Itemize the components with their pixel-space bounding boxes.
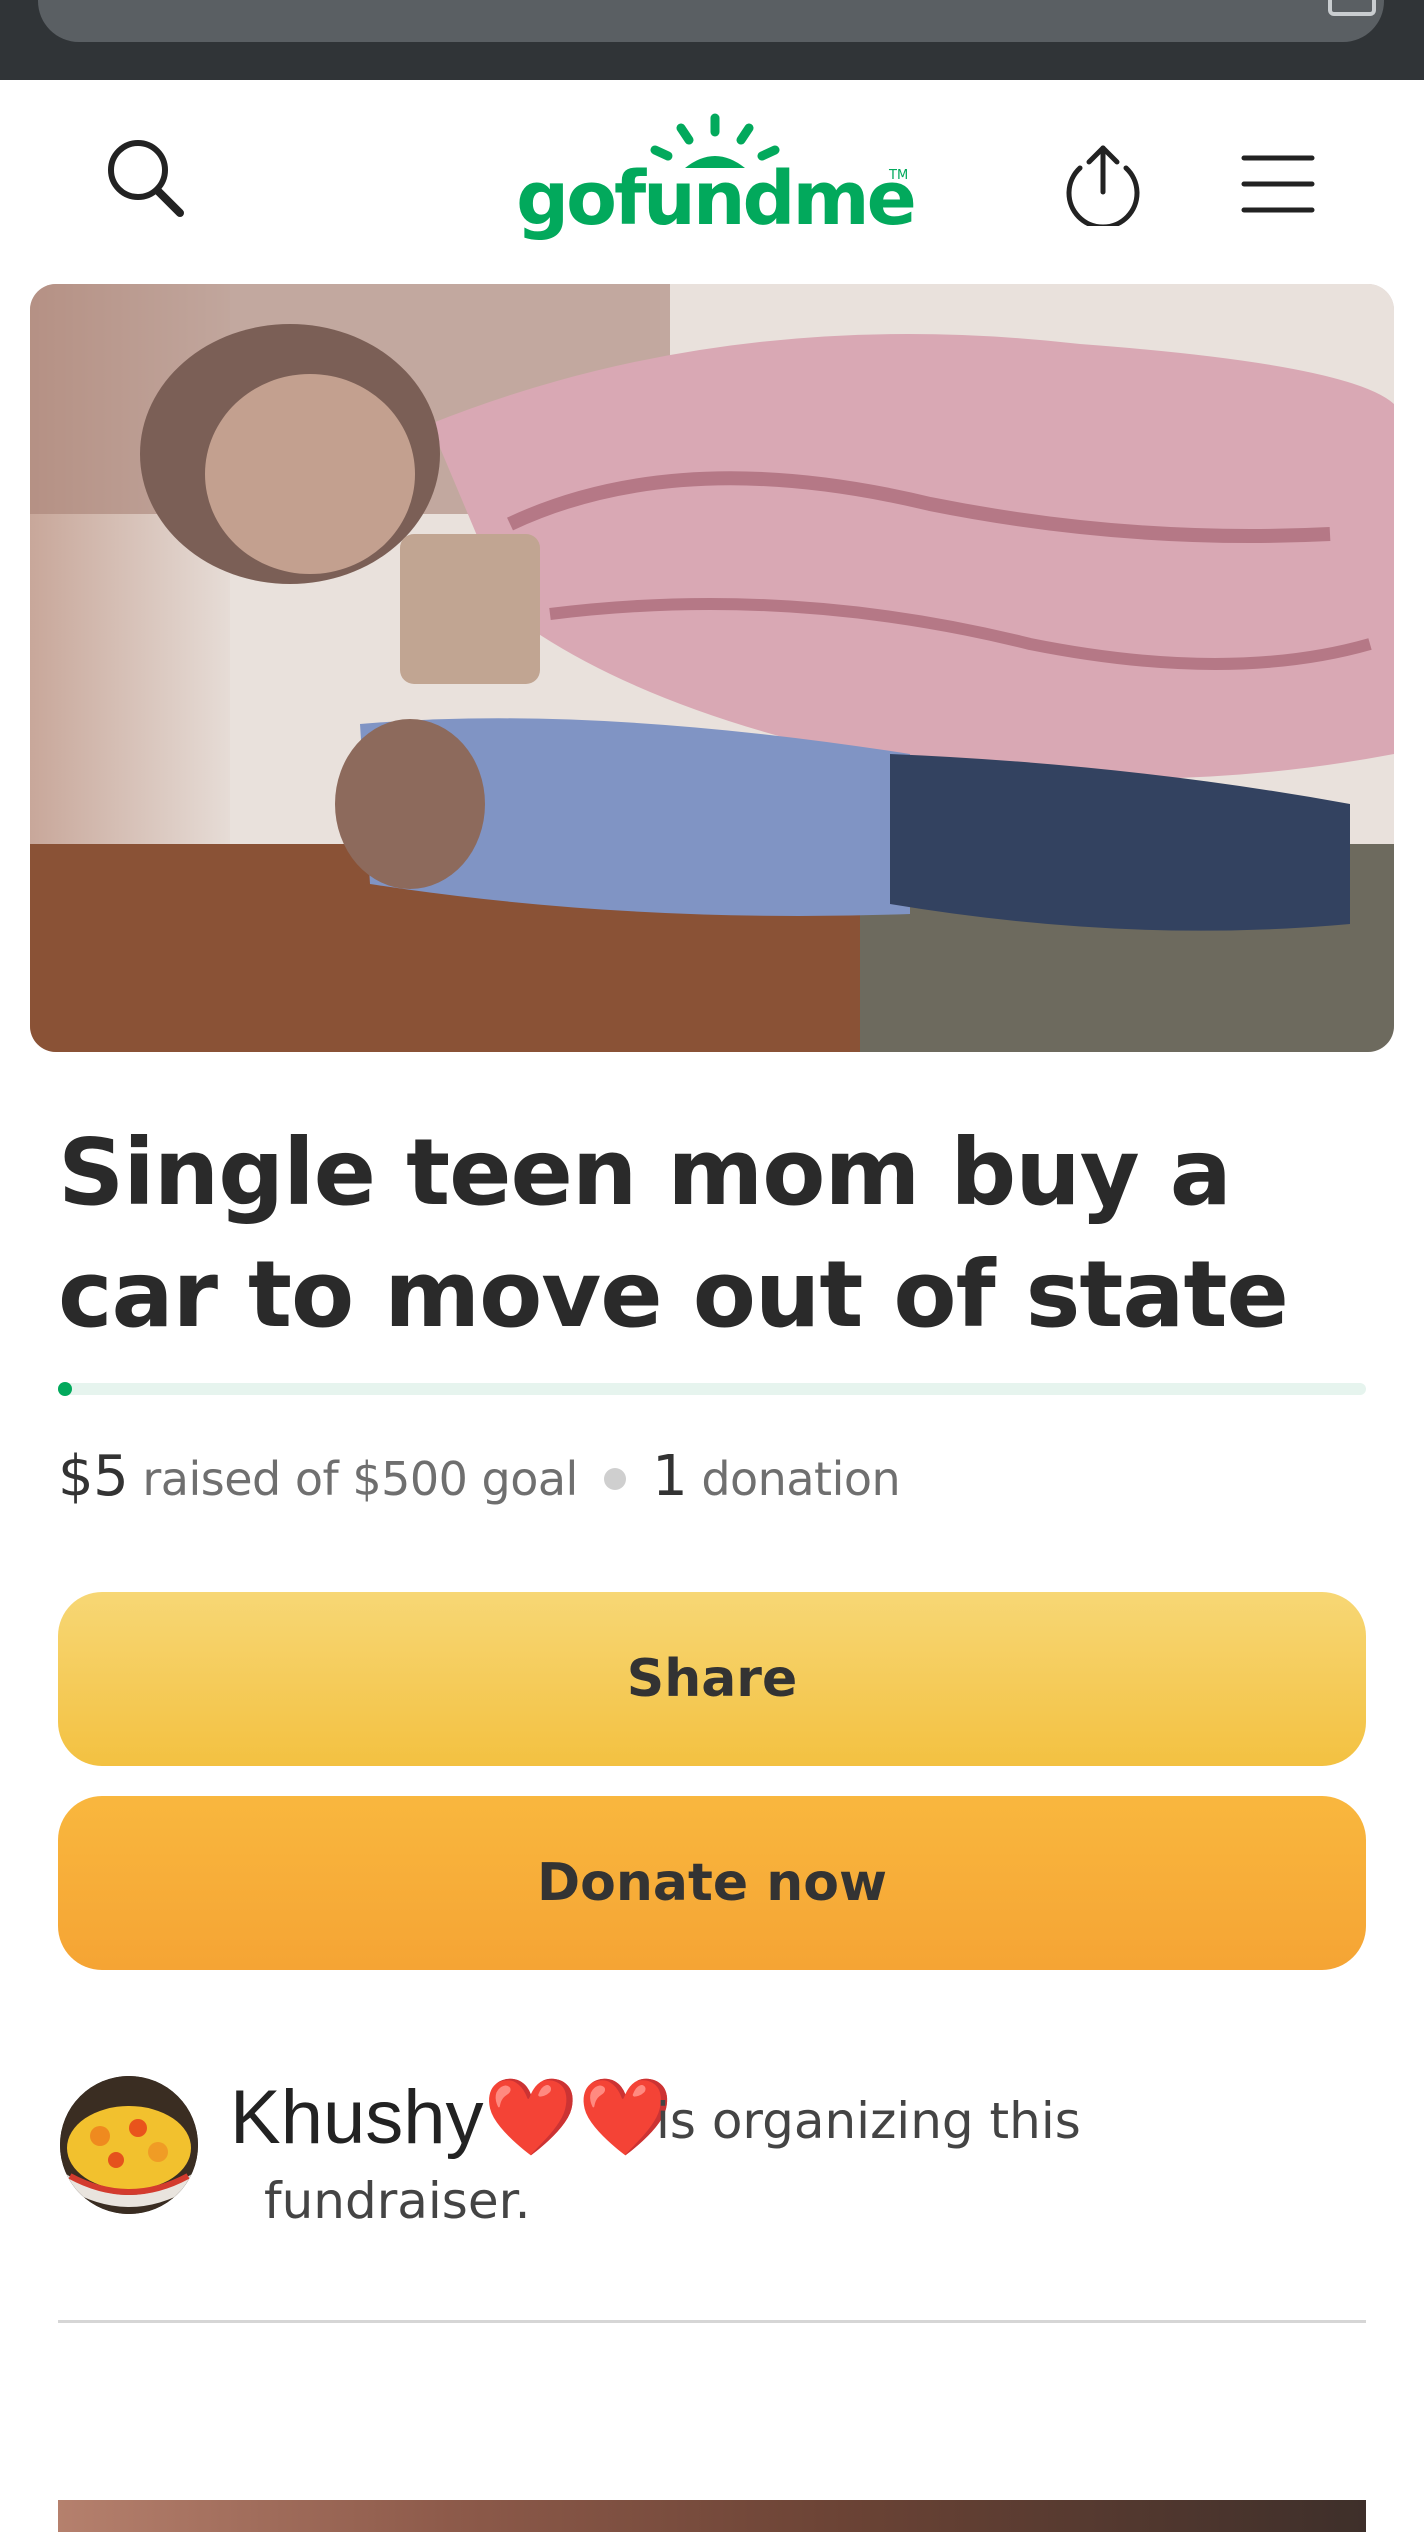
organizer-name[interactable]: Khushy❤️❤️ — [230, 2072, 673, 2162]
tabs-icon[interactable] — [1328, 0, 1376, 16]
upload-share-icon — [1066, 145, 1140, 230]
fundraising-stats: $5 raised of $500 goal 1 donation — [58, 1444, 1378, 1514]
search-icon — [108, 140, 184, 217]
donate-now-button[interactable]: Donate now — [58, 1796, 1366, 1970]
logo-wordmark: gofundme — [516, 156, 917, 242]
donation-label: donation — [701, 1452, 901, 1506]
separator-dot — [603, 1467, 626, 1490]
fundraiser-title: Single teen mom buy a car to move out of… — [58, 1119, 1289, 1348]
logo-trademark: TM — [889, 168, 909, 183]
next-section-image — [58, 2500, 1366, 2532]
organizer-text: is organizing this — [656, 2092, 1081, 2150]
avatar-image — [60, 2076, 198, 2214]
header-share-button[interactable] — [1060, 140, 1146, 230]
donation-count: 1 — [652, 1444, 688, 1509]
search-button[interactable] — [100, 134, 190, 224]
organizer-section: Khushy❤️❤️ is organizing this fundraiser… — [58, 2072, 1378, 2232]
amount-raised: $5 — [58, 1444, 129, 1509]
gofundme-logo[interactable]: gofundme TM — [515, 110, 917, 250]
goal-text: raised of $500 goal — [142, 1452, 578, 1506]
fundraiser-cover-image[interactable] — [30, 284, 1394, 1052]
progress-bar — [58, 1382, 1366, 1396]
browser-toolbar — [0, 0, 1424, 80]
organizer-avatar[interactable] — [60, 2076, 198, 2214]
share-button[interactable]: Share — [58, 1592, 1366, 1766]
menu-button[interactable] — [1240, 152, 1316, 216]
progress-bar-fill — [58, 1382, 72, 1396]
cover-photo — [30, 284, 1394, 1052]
hamburger-menu-icon — [1241, 155, 1315, 213]
site-header: gofundme TM — [0, 80, 1424, 280]
section-divider — [58, 2320, 1366, 2323]
address-bar[interactable] — [38, 0, 1384, 42]
organizer-text-continued: fundraiser. — [264, 2172, 531, 2230]
